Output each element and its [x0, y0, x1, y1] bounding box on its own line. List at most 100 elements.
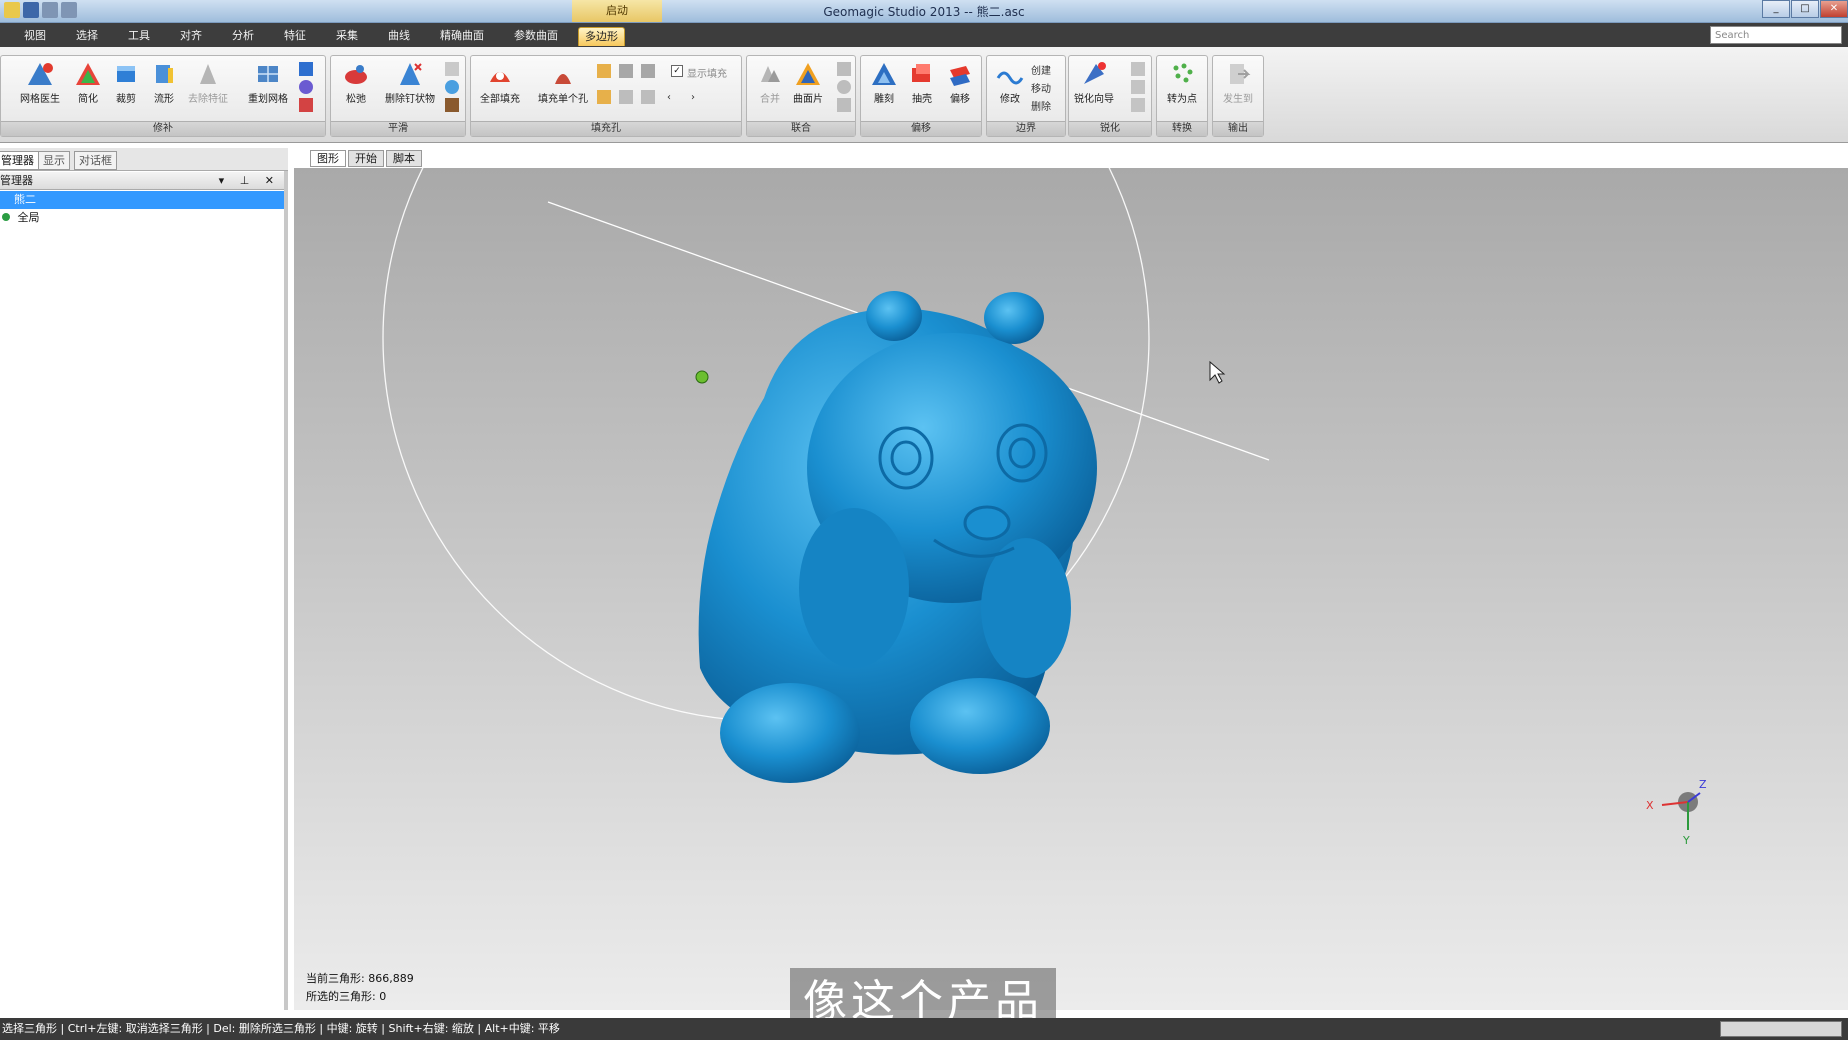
manifold-button[interactable]: 流形	[141, 60, 187, 105]
remesh-button[interactable]: 重划网格	[245, 60, 291, 105]
tree-item-global[interactable]: 全局	[0, 209, 284, 227]
tab-view[interactable]: 视图	[18, 27, 52, 45]
group-label-offset: 偏移	[861, 121, 981, 136]
group-smooth: 松弛 删除钉状物 平滑	[330, 55, 466, 137]
fill-box-icon[interactable]	[299, 62, 313, 76]
graphics-viewport[interactable]: X Y Z	[294, 168, 1848, 1010]
group-label-repair: 修补	[1, 121, 325, 136]
combine-small-icon-3[interactable]	[837, 98, 851, 112]
tab-script[interactable]: 脚本	[386, 150, 422, 167]
smooth-brush-icon[interactable]	[445, 98, 459, 112]
viewport-canvas[interactable]: X Y Z	[294, 168, 1848, 1010]
remove-spikes-icon	[400, 63, 422, 85]
prev-hole-icon[interactable]: ‹	[667, 92, 671, 103]
tab-start[interactable]: 开始	[348, 150, 384, 167]
group-label-convert: 转换	[1157, 121, 1207, 136]
status-bar: 选择三角形 | Ctrl+左键: 取消选择三角形 | Del: 删除所选三角形 …	[0, 1018, 1848, 1040]
spike-dots-icon[interactable]	[445, 62, 459, 76]
combine-small-icon-2[interactable]	[837, 80, 851, 94]
sharpen-small-icon-1[interactable]	[1131, 62, 1145, 76]
group-label-output: 输出	[1213, 121, 1263, 136]
fill-boundary-icon[interactable]	[619, 90, 633, 104]
tab-tools[interactable]: 工具	[122, 27, 156, 45]
tab-parametric-surfaces[interactable]: 参数曲面	[508, 27, 564, 45]
modify-button[interactable]: 修改	[987, 60, 1033, 105]
simplify-icon	[76, 63, 100, 85]
remove-features-icon	[200, 64, 216, 84]
fill-flat-icon[interactable]	[641, 64, 655, 78]
fill-tangent-icon[interactable]	[619, 64, 633, 78]
search-input[interactable]: Search	[1710, 26, 1842, 44]
minimize-button[interactable]: _	[1762, 0, 1790, 18]
selection-marker	[695, 370, 709, 384]
defeature-icon[interactable]	[299, 98, 313, 112]
z-axis-label: Z	[1699, 778, 1707, 791]
x-axis-label: X	[1646, 799, 1654, 812]
create-menu[interactable]: 创建	[1031, 62, 1051, 77]
view-tabs: 图形 开始 脚本	[310, 150, 422, 167]
group-label-sharpen: 锐化	[1069, 121, 1151, 136]
show-fill-checkbox[interactable]: ✓	[671, 65, 683, 77]
tree-item-model[interactable]: 熊二	[0, 191, 284, 209]
close-button[interactable]: ✕	[1820, 0, 1848, 18]
fill-internal-icon[interactable]	[597, 90, 611, 104]
tab-exact-surfaces[interactable]: 精确曲面	[434, 27, 490, 45]
group-sharpen: 锐化向导 锐化	[1068, 55, 1152, 137]
sharpen-small-icon-2[interactable]	[1131, 80, 1145, 94]
send-to-button[interactable]: 发生到	[1215, 60, 1261, 105]
group-output: 发生到 输出	[1212, 55, 1264, 137]
group-boundary: 修改 创建 移动 删除 边界	[986, 55, 1066, 137]
combine-small-icon-1[interactable]	[837, 62, 851, 76]
tab-graphics[interactable]: 图形	[310, 150, 346, 167]
remove-spikes-button[interactable]: 删除钉状物	[379, 60, 441, 105]
manager-panel: 管理器 显示 对话框 管理器 ▾ ⊥ ✕ 熊二 全局	[0, 148, 288, 1010]
axis-triad: X Y Z	[1646, 778, 1707, 847]
manager-header: 管理器 ▾ ⊥ ✕	[0, 172, 284, 190]
tab-select[interactable]: 选择	[70, 27, 104, 45]
patch-button[interactable]: 曲面片	[785, 60, 831, 105]
show-fill-label: 显示填充	[687, 69, 727, 80]
tab-display[interactable]: 显示	[38, 151, 70, 170]
group-offset: 雕刻 抽壳 偏移 偏移	[860, 55, 982, 137]
move-menu[interactable]: 移动	[1031, 80, 1051, 95]
title-bar: 启动 Geomagic Studio 2013 -- 熊二.asc _ □ ✕	[0, 0, 1848, 23]
convert-to-points-button[interactable]: 转为点	[1159, 60, 1205, 105]
tab-analysis[interactable]: 分析	[226, 27, 260, 45]
group-fill-holes: 全部填充 填充单个孔 ‹ › ✓ 显示填充 填充孔	[470, 55, 742, 137]
sharpen-wizard-button[interactable]: 锐化向导	[1071, 60, 1117, 105]
tab-capture[interactable]: 采集	[330, 27, 364, 45]
tab-align[interactable]: 对齐	[174, 27, 208, 45]
group-combine: 合并 曲面片 联合	[746, 55, 856, 137]
convert-to-points-icon	[1173, 63, 1193, 83]
sharpen-wizard-icon	[1084, 62, 1106, 84]
trim-icon	[117, 66, 135, 82]
maximize-button[interactable]: □	[1791, 0, 1819, 18]
ribbon-tab-bar: 视图 选择 工具 对齐 分析 特征 采集 曲线 精确曲面 参数曲面 多边形	[0, 23, 1848, 47]
tab-polygons[interactable]: 多边形	[578, 27, 625, 46]
fill-bridge-icon[interactable]	[641, 90, 655, 104]
remove-features-button[interactable]: 去除特征	[185, 60, 231, 105]
sharpen-small-icon-3[interactable]	[1131, 98, 1145, 112]
send-to-icon	[1230, 64, 1251, 84]
mesh-doctor-button[interactable]: 网格医生	[17, 60, 63, 105]
tab-dialog[interactable]: 对话框	[74, 151, 117, 170]
manifold-icon	[156, 65, 173, 83]
patch-icon	[796, 63, 820, 85]
fill-single-button[interactable]: 填充单个孔	[531, 60, 595, 105]
next-hole-icon[interactable]: ›	[691, 92, 695, 103]
relax-button[interactable]: 松弛	[333, 60, 379, 105]
sand-paper-icon[interactable]	[445, 80, 459, 94]
tab-curves[interactable]: 曲线	[382, 27, 416, 45]
tab-features[interactable]: 特征	[278, 27, 312, 45]
shell-icon	[912, 64, 930, 82]
fill-complete-icon[interactable]	[597, 64, 611, 78]
offset-button[interactable]: 偏移	[937, 60, 983, 105]
bear-model[interactable]	[626, 291, 1166, 913]
mouse-cursor-icon	[1209, 360, 1226, 384]
delete-menu[interactable]: 删除	[1031, 98, 1051, 113]
offset-icon	[950, 66, 970, 86]
panel-controls[interactable]: ▾ ⊥ ✕	[219, 172, 280, 189]
tab-manager[interactable]: 管理器	[0, 151, 39, 170]
fill-all-button[interactable]: 全部填充	[477, 60, 523, 105]
sphere-icon[interactable]	[299, 80, 313, 94]
